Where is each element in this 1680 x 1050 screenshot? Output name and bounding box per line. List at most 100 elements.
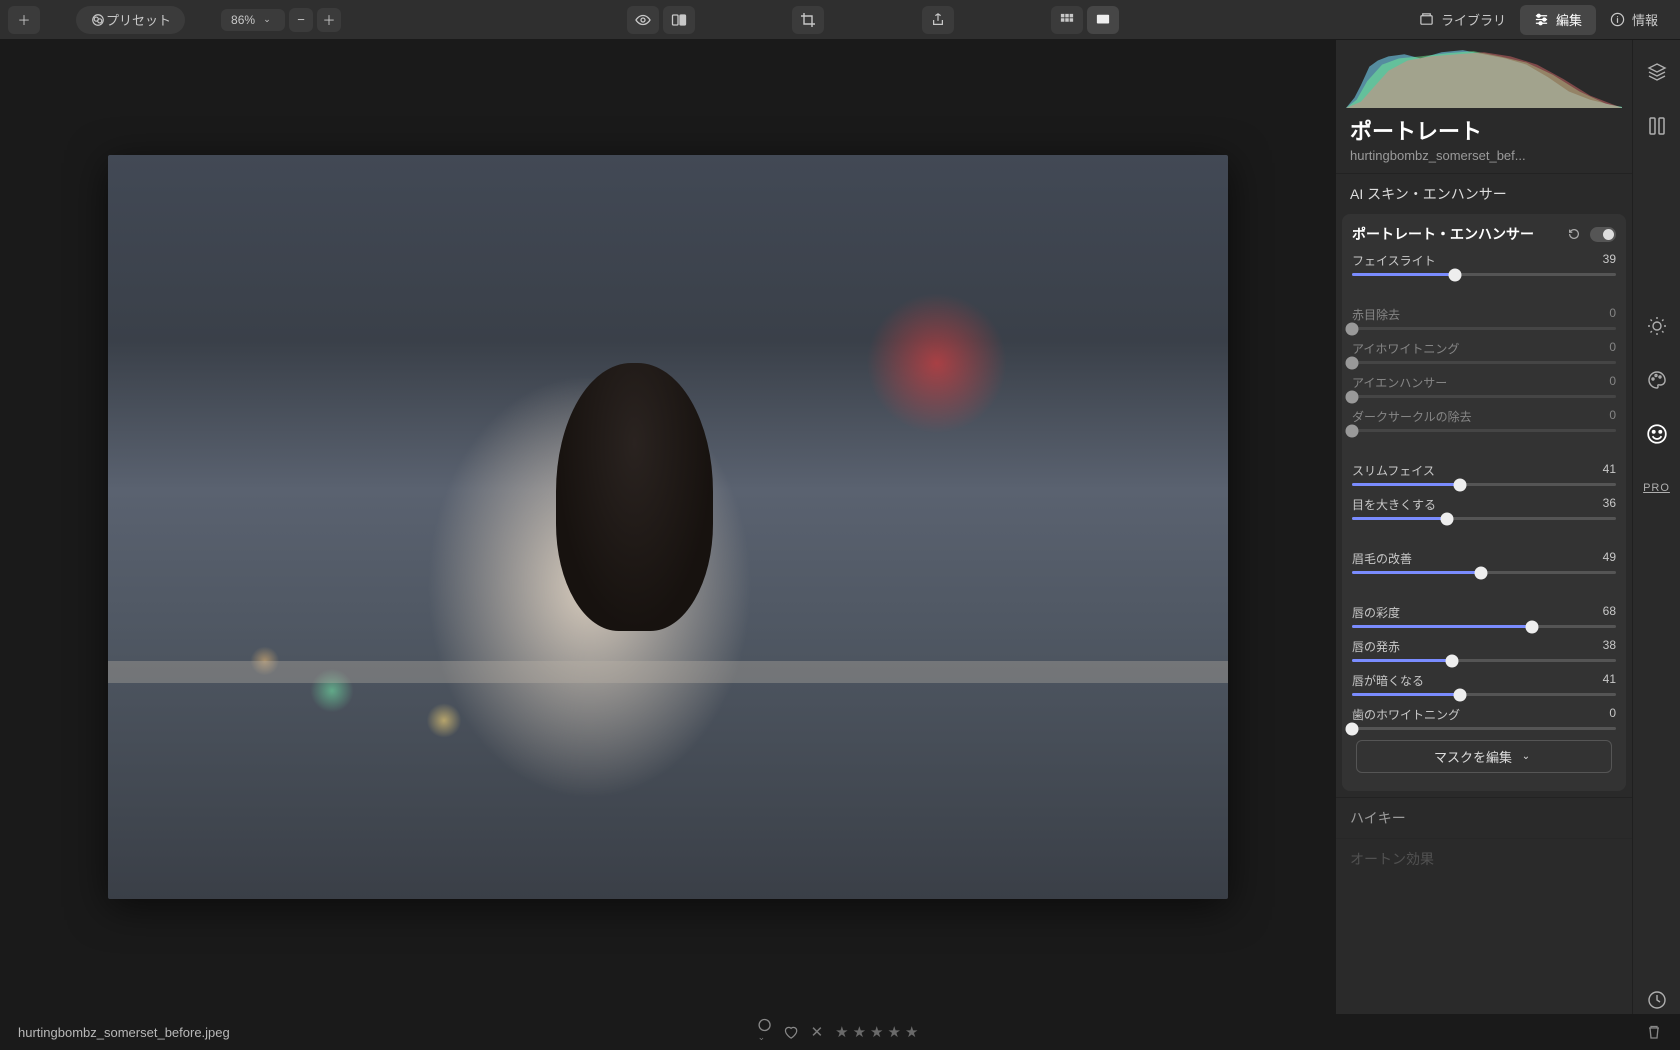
reject-button[interactable]: ✕ <box>811 1023 824 1041</box>
color-tag-button[interactable]: ⌄ <box>758 1018 772 1047</box>
slider-フェイスライト[interactable]: フェイスライト39 <box>1352 252 1616 276</box>
slider-thumb[interactable] <box>1454 478 1467 491</box>
slider-value: 38 <box>1603 638 1616 655</box>
canvas-area[interactable] <box>0 40 1336 1014</box>
slider-track[interactable] <box>1352 727 1616 730</box>
slider-唇が暗くなる[interactable]: 唇が暗くなる41 <box>1352 672 1616 696</box>
slider-歯のホワイトニング[interactable]: 歯のホワイトニング0 <box>1352 706 1616 730</box>
tool-pro[interactable]: PRO <box>1643 474 1671 502</box>
tool-history[interactable] <box>1643 986 1671 1014</box>
grid-view-button[interactable] <box>1051 6 1083 34</box>
trash-button[interactable] <box>1646 1024 1662 1040</box>
slider-thumb[interactable] <box>1448 268 1461 281</box>
slider-thumb[interactable] <box>1446 654 1459 667</box>
slider-value: 36 <box>1603 496 1616 513</box>
slider-track[interactable] <box>1352 517 1616 520</box>
slider-thumb[interactable] <box>1346 390 1359 403</box>
zoom-dropdown[interactable]: 86% ⌄ <box>221 9 285 31</box>
slider-track[interactable] <box>1352 625 1616 628</box>
add-button[interactable]: ＋ <box>8 6 40 34</box>
slider-track[interactable] <box>1352 361 1616 364</box>
slider-label: 唇が暗くなる <box>1352 672 1424 689</box>
slider-thumb[interactable] <box>1346 722 1359 735</box>
slider-track[interactable] <box>1352 693 1616 696</box>
slider-label: アイホワイトニング <box>1352 340 1459 357</box>
tab-info-label: 情報 <box>1632 10 1658 29</box>
tab-info[interactable]: 情報 <box>1596 5 1672 35</box>
slider-アイエンハンサー[interactable]: アイエンハンサー0 <box>1352 374 1616 398</box>
chevron-down-icon: ⌄ <box>1518 749 1534 765</box>
preview-button[interactable] <box>627 6 659 34</box>
slider-track[interactable] <box>1352 483 1616 486</box>
slider-track[interactable] <box>1352 571 1616 574</box>
tool-strip: PRO <box>1632 40 1680 1014</box>
share-icon <box>930 12 946 28</box>
zoom-out-button[interactable]: − <box>289 8 313 32</box>
slider-thumb[interactable] <box>1441 512 1454 525</box>
tool-portrait[interactable] <box>1643 420 1671 448</box>
reset-icon[interactable] <box>1566 226 1582 242</box>
compare-button[interactable] <box>663 6 695 34</box>
slider-value: 0 <box>1609 706 1616 723</box>
section-orton[interactable]: オートン効果 <box>1336 838 1632 879</box>
section-toggle[interactable] <box>1590 227 1616 242</box>
zoom-controls: 86% ⌄ − ＋ <box>221 8 341 32</box>
tool-light[interactable] <box>1643 312 1671 340</box>
slider-value: 39 <box>1603 252 1616 269</box>
slider-スリムフェイス[interactable]: スリムフェイス41 <box>1352 462 1616 486</box>
slider-ダークサークルの除去[interactable]: ダークサークルの除去 0 <box>1352 408 1616 432</box>
star-rating[interactable]: ★★★★★ <box>835 1023 922 1041</box>
slider-track[interactable] <box>1352 429 1616 432</box>
slider-label: 眉毛の改善 <box>1352 550 1412 567</box>
slider-value: 68 <box>1603 604 1616 621</box>
section-highkey[interactable]: ハイキー <box>1336 797 1632 838</box>
presets-button[interactable]: プリセット <box>76 6 185 34</box>
slider-thumb[interactable] <box>1475 566 1488 579</box>
slider-track[interactable] <box>1352 273 1616 276</box>
slider-thumb[interactable] <box>1346 424 1359 437</box>
tool-layers[interactable] <box>1643 58 1671 86</box>
slider-唇の発赤[interactable]: 唇の発赤 38 <box>1352 638 1616 662</box>
footer-filename: hurtingbombz_somerset_before.jpeg <box>18 1025 230 1040</box>
slider-track[interactable] <box>1352 659 1616 662</box>
slider-thumb[interactable] <box>1346 322 1359 335</box>
single-view-button[interactable] <box>1087 6 1119 34</box>
favorite-button[interactable] <box>784 1025 799 1040</box>
slider-track[interactable] <box>1352 327 1616 330</box>
tool-color[interactable] <box>1643 366 1671 394</box>
library-icon <box>1419 12 1435 28</box>
edit-mask-button[interactable]: マスクを編集 ⌄ <box>1356 740 1612 773</box>
slider-thumb[interactable] <box>1525 620 1538 633</box>
slider-label: 唇の発赤 <box>1352 638 1400 655</box>
photo-preview <box>108 155 1228 899</box>
zoom-value: 86% <box>231 13 255 27</box>
crop-button[interactable] <box>792 6 824 34</box>
slider-唇の彩度[interactable]: 唇の彩度68 <box>1352 604 1616 628</box>
section-portrait-title: ポートレート・エンハンサー <box>1352 224 1534 244</box>
slider-thumb[interactable] <box>1346 356 1359 369</box>
top-toolbar: ＋ プリセット 86% ⌄ − ＋ ライブラリ 編集 <box>0 0 1680 40</box>
zoom-in-button[interactable]: ＋ <box>317 8 341 32</box>
slider-アイホワイトニング[interactable]: アイホワイトニング0 <box>1352 340 1616 364</box>
slider-value: 0 <box>1609 408 1616 425</box>
slider-value: 0 <box>1609 306 1616 323</box>
mask-btn-label: マスクを編集 <box>1434 747 1512 766</box>
slider-thumb[interactable] <box>1454 688 1467 701</box>
slider-track[interactable] <box>1352 395 1616 398</box>
slider-label: スリムフェイス <box>1352 462 1435 479</box>
tab-edit[interactable]: 編集 <box>1520 5 1596 35</box>
tab-library[interactable]: ライブラリ <box>1405 5 1520 35</box>
single-icon <box>1095 12 1111 28</box>
tab-library-label: ライブラリ <box>1441 10 1506 29</box>
panel-filename: hurtingbombz_somerset_bef... <box>1336 146 1632 173</box>
section-portrait-enhancer: ポートレート・エンハンサー フェイスライト39 赤目除去0 アイホワイトニング <box>1342 214 1626 791</box>
slider-眉毛の改善[interactable]: 眉毛の改善49 <box>1352 550 1616 574</box>
histogram[interactable] <box>1346 46 1622 108</box>
plus-icon: ＋ <box>16 12 32 28</box>
section-ai-skin[interactable]: AI スキン・エンハンサー <box>1336 173 1632 214</box>
share-button[interactable] <box>922 6 954 34</box>
slider-目を大きくする[interactable]: 目を大きくする36 <box>1352 496 1616 520</box>
slider-label: ダークサークルの除去 <box>1352 408 1472 425</box>
tool-canvas[interactable] <box>1643 112 1671 140</box>
slider-赤目除去[interactable]: 赤目除去0 <box>1352 306 1616 330</box>
